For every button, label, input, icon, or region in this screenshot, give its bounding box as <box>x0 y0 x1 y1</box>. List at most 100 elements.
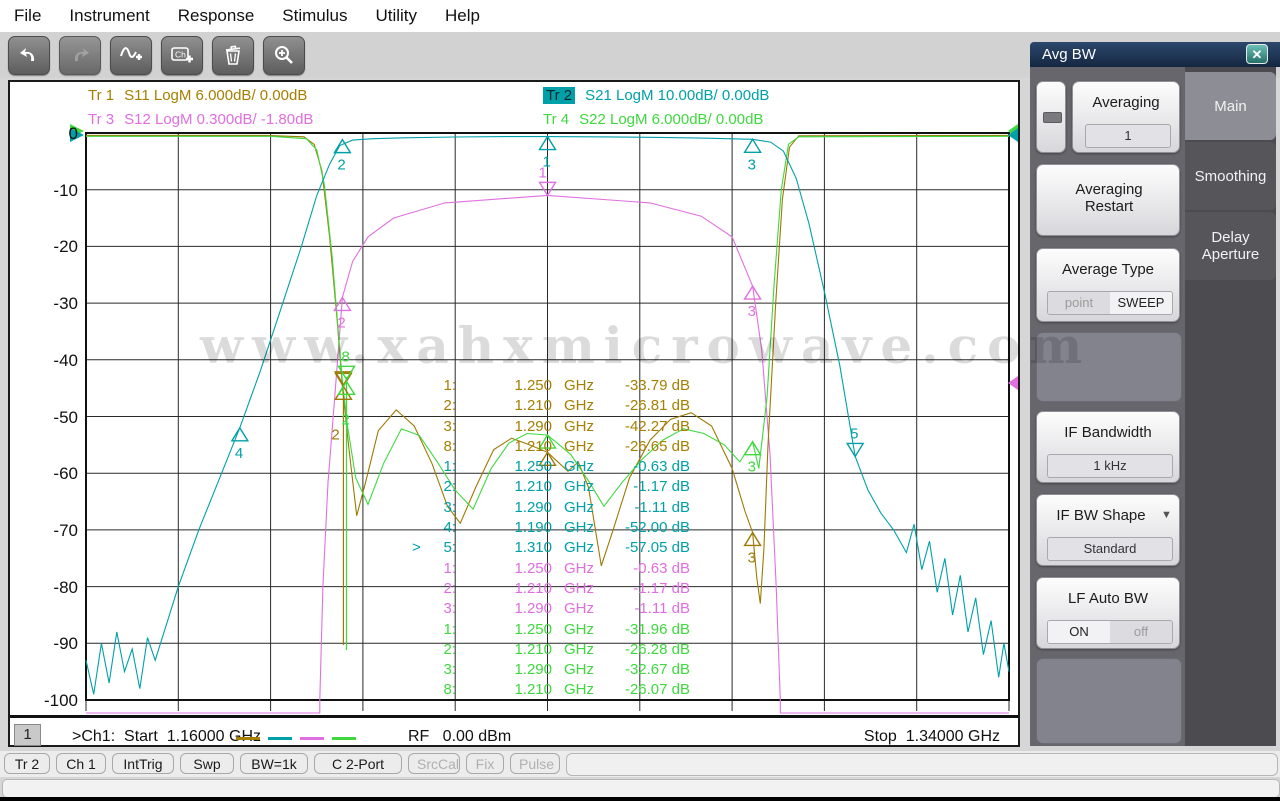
svg-text:Ch: Ch <box>175 50 186 60</box>
panel-close-button[interactable]: ✕ <box>1246 44 1268 64</box>
y-tick-label: -50 <box>53 407 78 427</box>
average-type-option-sweep[interactable]: SWEEP <box>1110 292 1172 314</box>
menu-item-help[interactable]: Help <box>445 6 480 26</box>
marker-readout-row: 4: 1.190 GHz -52.00 dB <box>443 519 690 537</box>
plot-footer: 1 >Ch1: Start 1.16000 GHz RF 0.00 dBm St… <box>10 715 1018 748</box>
lf-auto-bw-segmented[interactable]: ON off <box>1047 620 1173 644</box>
status-button-fix[interactable]: Fix <box>466 753 504 774</box>
if-bw-shape-button[interactable]: IF BW Shape ▼ Standard <box>1036 494 1180 566</box>
rf-value: 0.00 dBm <box>442 728 512 745</box>
status-button-pulse[interactable]: Pulse <box>510 753 560 774</box>
average-type-option-point[interactable]: point <box>1048 292 1110 314</box>
y-tick-label: -90 <box>53 634 78 654</box>
y-tick-label: -40 <box>53 350 78 370</box>
menu-item-instrument[interactable]: Instrument <box>69 6 149 26</box>
redo-button[interactable] <box>59 35 101 75</box>
legend-swatch-tr4 <box>332 737 356 740</box>
lf-auto-bw-option-on[interactable]: ON <box>1048 621 1110 643</box>
marker-readout-row: 1: 1.250 GHz -31.96 dB <box>443 620 690 638</box>
status-button-swp-[interactable]: Swp * <box>180 753 234 793</box>
marker-readout-row: 3: 1.290 GHz -42.27 dB <box>443 417 690 435</box>
marker-number-label: 3 <box>748 549 756 566</box>
if-bandwidth-label: IF Bandwidth <box>1064 424 1152 441</box>
legend-swatch-tr2 <box>268 737 292 740</box>
empty-softkey-1 <box>1036 332 1182 402</box>
averaging-value-field[interactable]: 1 <box>1085 124 1171 148</box>
stop-label: Stop 1.34000 GHz <box>863 728 1000 745</box>
undo-button[interactable] <box>8 35 50 75</box>
zoom-button[interactable] <box>263 35 305 75</box>
chevron-down-icon: ▼ <box>1161 509 1172 521</box>
averaging-label: Averaging <box>1092 94 1160 111</box>
averaging-restart-label: Averaging Restart <box>1075 181 1143 215</box>
if-bandwidth-value-field[interactable]: 1 kHz <box>1047 454 1173 478</box>
delete-icon <box>223 45 243 66</box>
redo-icon <box>69 45 91 65</box>
add-trace-icon <box>119 44 143 66</box>
status-button-bw-1k[interactable]: BW=1k <box>240 753 308 774</box>
marker-number-label: 8 <box>341 348 349 365</box>
add-channel-button[interactable]: Ch <box>161 35 203 75</box>
status-button-tr-2[interactable]: Tr 2 <box>4 753 50 774</box>
average-type-button[interactable]: Average Type point SWEEP <box>1036 248 1180 322</box>
y-tick-label: -70 <box>53 520 78 540</box>
marker-number-label: 4 <box>235 445 243 462</box>
average-type-segmented[interactable]: point SWEEP <box>1047 291 1173 315</box>
marker-readout-row: 1: 1.250 GHz -0.63 dB <box>443 458 690 476</box>
status-button-c-2-port[interactable]: C 2-Port <box>314 753 402 774</box>
menu-item-stimulus[interactable]: Stimulus <box>282 6 347 26</box>
menu-item-response[interactable]: Response <box>178 6 255 26</box>
marker-readout-row: >5: 1.310 GHz -57.05 dB <box>412 539 690 557</box>
bottom-edge <box>0 797 1280 801</box>
vna-application-window: { "menu": {"items": ["File", "Instrument… <box>0 0 1280 801</box>
marker-readout-row: 3: 1.290 GHz -1.11 dB <box>443 600 690 618</box>
marker-readout-row: 2: 1.210 GHz -1.17 dB <box>443 478 690 496</box>
tab-smoothing[interactable]: Smoothing <box>1185 142 1276 210</box>
tab-delay-aperture[interactable]: Delay Aperture <box>1185 212 1276 280</box>
menu-bar: File Instrument Response Stimulus Utility Hel… <box>0 0 1280 32</box>
status-bar: Tr 2 Ch 1 IntTrig Swp * BW=1k C 2-Port SrcCal F… <box>0 751 1280 793</box>
averaging-restart-button[interactable]: Averaging Restart <box>1036 164 1180 236</box>
lf-auto-bw-button[interactable]: LF Auto BW ON off <box>1036 577 1180 649</box>
marker-triangle-icon <box>743 137 762 153</box>
lf-auto-bw-option-off[interactable]: off <box>1110 621 1172 643</box>
menu-item-file[interactable]: File <box>14 6 41 26</box>
status-button-srccal[interactable]: SrcCal <box>408 753 460 774</box>
marker-readout-table: 1: 1.250 GHz -33.79 dB 2: 1.210 GHz -26.81 dB 3:… <box>412 376 690 701</box>
legend-swatch-tr3 <box>300 737 324 740</box>
marker-readout-row: 1: 1.250 GHz -33.79 dB <box>443 377 690 394</box>
y-tick-label: -20 <box>53 237 78 257</box>
tab-main[interactable]: Main <box>1185 72 1276 140</box>
channel-start-label: >Ch1: Start 1.16000 GHz <box>72 728 261 745</box>
delete-button[interactable] <box>212 35 254 75</box>
marker-number-label: 2 <box>337 314 345 331</box>
marker-readout-row: 2: 1.210 GHz -1.17 dB <box>443 579 690 597</box>
if-bw-shape-value-field[interactable]: Standard <box>1047 537 1173 561</box>
panel-title-bar[interactable]: Avg BW <box>1030 42 1280 67</box>
undo-icon <box>18 45 40 65</box>
empty-softkey-2 <box>1036 658 1182 744</box>
menu-item-utility[interactable]: Utility <box>375 6 417 26</box>
y-tick-label: -80 <box>53 577 78 597</box>
marker-triangle-icon <box>230 426 250 442</box>
marker-number-label: 3 <box>748 156 756 173</box>
toggle-indicator-icon <box>1043 112 1062 123</box>
marker-number-label: 2 <box>331 426 339 443</box>
if-bw-shape-label: IF BW Shape <box>1056 507 1146 524</box>
status-button-ch-1[interactable]: Ch 1 <box>56 753 106 774</box>
channel-badge[interactable]: 1 <box>14 724 41 746</box>
averaging-button[interactable]: Averaging 1 <box>1072 81 1180 153</box>
stop-value: 1.34000 GHz <box>905 728 1000 745</box>
add-trace-button[interactable] <box>110 35 152 75</box>
lf-auto-bw-label: LF Auto BW <box>1067 590 1149 607</box>
y-tick-label: -60 <box>53 464 78 484</box>
y-tick-label: -100 <box>43 691 78 710</box>
y-tick-label: -10 <box>53 180 78 200</box>
averaging-toggle-button[interactable] <box>1036 81 1066 153</box>
marker-number-label: 1 <box>539 164 547 181</box>
marker-readout-row: 2: 1.210 GHz -26.28 dB <box>443 640 690 658</box>
y-tick-label: 0 <box>68 124 78 143</box>
add-channel-icon: Ch <box>170 44 194 66</box>
if-bandwidth-button[interactable]: IF Bandwidth 1 kHz <box>1036 411 1180 483</box>
status-button-inttrig[interactable]: IntTrig <box>112 753 174 774</box>
